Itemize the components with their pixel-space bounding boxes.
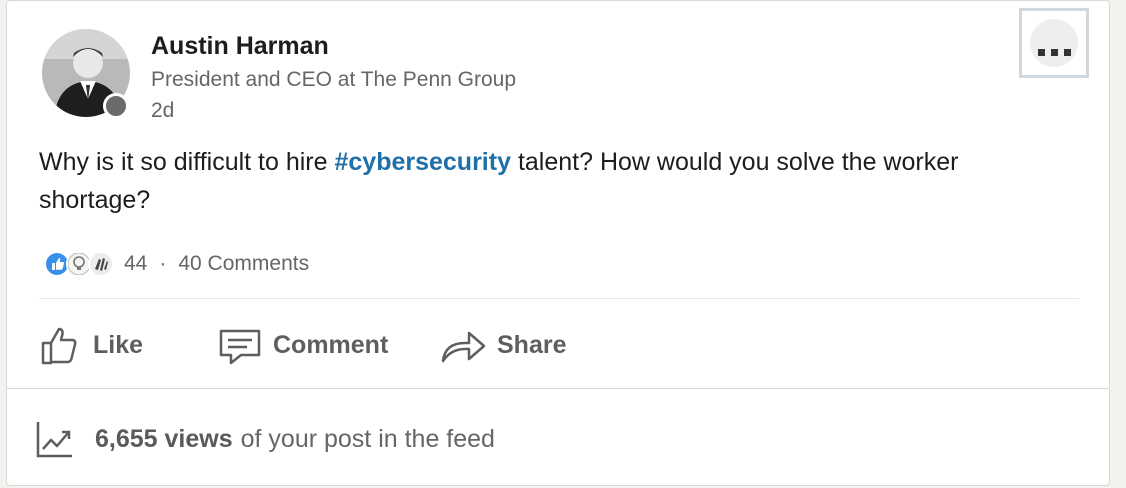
more-dot (1064, 49, 1071, 56)
hashtag-link[interactable]: #cybersecurity (334, 148, 511, 176)
trending-chart-icon (36, 422, 72, 458)
separator-dot: · (159, 252, 167, 275)
comments-count-link[interactable]: 40 Comments (178, 252, 309, 276)
share-button[interactable]: Share (439, 315, 566, 375)
post-analytics-footer: 6,655 views of your post in the feed (7, 388, 1109, 485)
comment-button[interactable]: Comment (217, 315, 388, 375)
like-button[interactable]: Like (39, 315, 143, 375)
share-arrow-icon (441, 331, 486, 363)
post-analytics-link[interactable]: 6,655 views of your post in the feed (35, 419, 495, 459)
presence-indicator (103, 93, 129, 119)
more-options-button[interactable] (1019, 8, 1089, 78)
comment-icon (219, 329, 261, 365)
reaction-count[interactable]: 44 (124, 252, 147, 276)
celebrate-reaction-icon[interactable] (88, 251, 114, 277)
thumbs-up-icon (41, 327, 77, 365)
share-label: Share (497, 330, 567, 359)
like-label: Like (93, 330, 144, 359)
more-horizontal-icon (1030, 19, 1078, 67)
divider (39, 298, 1079, 299)
more-dot (1038, 49, 1045, 56)
author-headline: President and CEO at The Penn Group (151, 68, 516, 91)
post-timestamp: 2d (151, 99, 175, 122)
views-suffix: of your post in the feed (240, 424, 495, 453)
comment-label: Comment (273, 330, 389, 359)
social-counts: 44 · 40 Comments (44, 247, 309, 281)
post-text: Why is it so difficult to hire #cybersec… (39, 143, 1049, 219)
views-count: 6,655 views (95, 424, 233, 453)
feed-post-card: Austin Harman President and CEO at The P… (6, 0, 1110, 486)
more-dot (1051, 49, 1058, 56)
post-text-before: Why is it so difficult to hire (39, 148, 335, 176)
author-name[interactable]: Austin Harman (151, 32, 329, 61)
